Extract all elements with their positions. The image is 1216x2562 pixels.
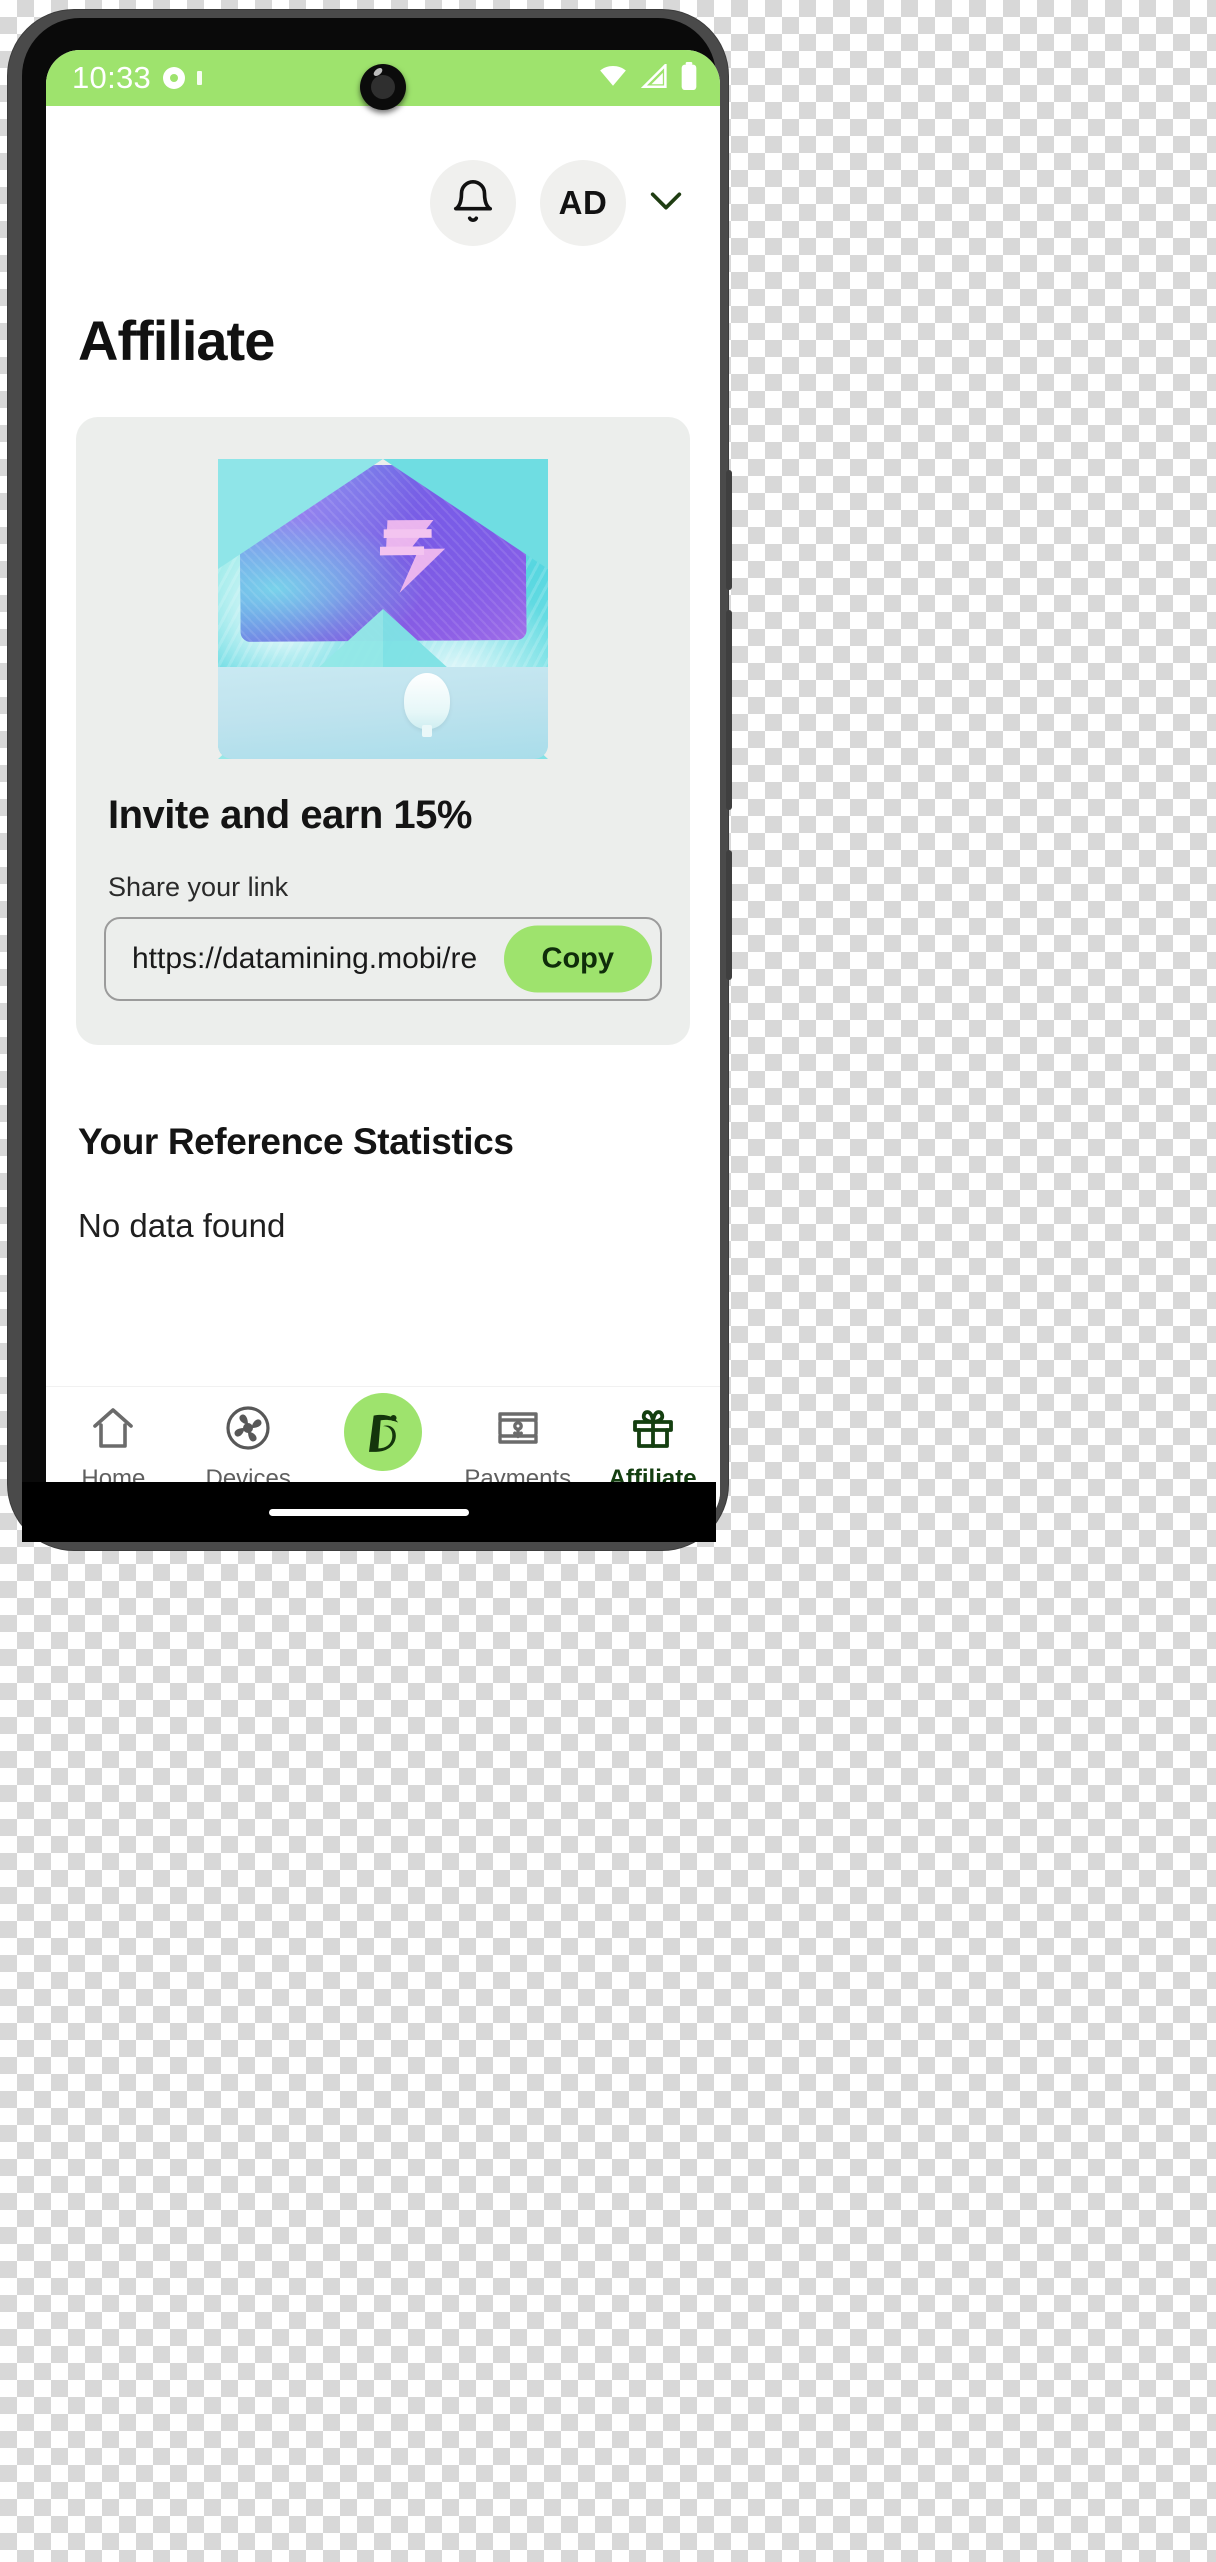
phone-side-button-power[interactable] (726, 850, 732, 980)
bell-icon (450, 178, 496, 229)
envelope-invite-illustration (104, 445, 662, 783)
gift-icon (629, 1401, 677, 1455)
screenshot-canvas: 10:33 AD Affiliate Invite and earn 15% S… (0, 0, 1216, 2562)
status-bar-right (598, 61, 698, 95)
d-logo-icon (343, 1393, 422, 1471)
statistics-empty-message: No data found (78, 1207, 286, 1244)
account-menu-button[interactable] (646, 187, 686, 220)
nav-item-payments[interactable]: Payments (456, 1401, 580, 1493)
notifications-button[interactable] (430, 160, 516, 246)
balloon-decoration (404, 673, 450, 737)
status-bar: 10:33 (46, 50, 720, 110)
chevron-down-icon (646, 191, 686, 219)
envelope-open-flap-right (383, 459, 548, 569)
status-bar-left: 10:33 (72, 60, 203, 96)
statistics-title: Your Reference Statistics (78, 1121, 514, 1162)
avatar-initials: AD (558, 184, 608, 221)
share-link-label: Share your link (108, 872, 289, 902)
share-link-row[interactable]: https://datamining.mobi/re Copy (104, 917, 662, 1001)
d-letter-mark (368, 1414, 399, 1452)
status-bar-clock: 10:33 (72, 60, 152, 95)
cellular-signal-icon (640, 61, 668, 93)
nav-item-devices[interactable]: Devices (186, 1401, 310, 1493)
avatar[interactable]: AD (540, 160, 626, 246)
copy-link-button[interactable]: Copy (503, 925, 652, 993)
front-camera-punch-hole (360, 64, 406, 110)
app-header: AD (46, 106, 720, 246)
gesture-home-bar[interactable] (269, 1508, 469, 1516)
phone-frame-outer: 10:33 AD Affiliate Invite and earn 15% S… (8, 10, 732, 1550)
invite-heading: Invite and earn 15% (108, 793, 472, 837)
phone-screen: 10:33 AD Affiliate Invite and earn 15% S… (46, 50, 720, 1526)
battery-icon (680, 61, 698, 95)
page-title: Affiliate (78, 309, 275, 372)
wifi-icon (598, 65, 628, 92)
payments-icon (494, 1401, 542, 1455)
app-notification-icon-2 (197, 71, 203, 85)
phone-side-button-volume-up[interactable] (726, 470, 732, 590)
nav-item-affiliate[interactable]: Affiliate (591, 1401, 715, 1493)
envelope-graphic (218, 459, 548, 759)
invite-card: Invite and earn 15% Share your link http… (76, 417, 690, 1045)
phone-frame-bezel: 10:33 AD Affiliate Invite and earn 15% S… (22, 18, 720, 1542)
nav-item-home[interactable]: Home (51, 1401, 175, 1493)
system-gesture-area (22, 1482, 716, 1542)
envelope-open-flap-left (218, 459, 383, 569)
fan-icon (224, 1401, 272, 1455)
phone-side-button-volume-down[interactable] (726, 610, 732, 810)
home-icon (89, 1401, 137, 1455)
envelope-front (218, 667, 548, 759)
app-notification-icon (163, 67, 186, 89)
